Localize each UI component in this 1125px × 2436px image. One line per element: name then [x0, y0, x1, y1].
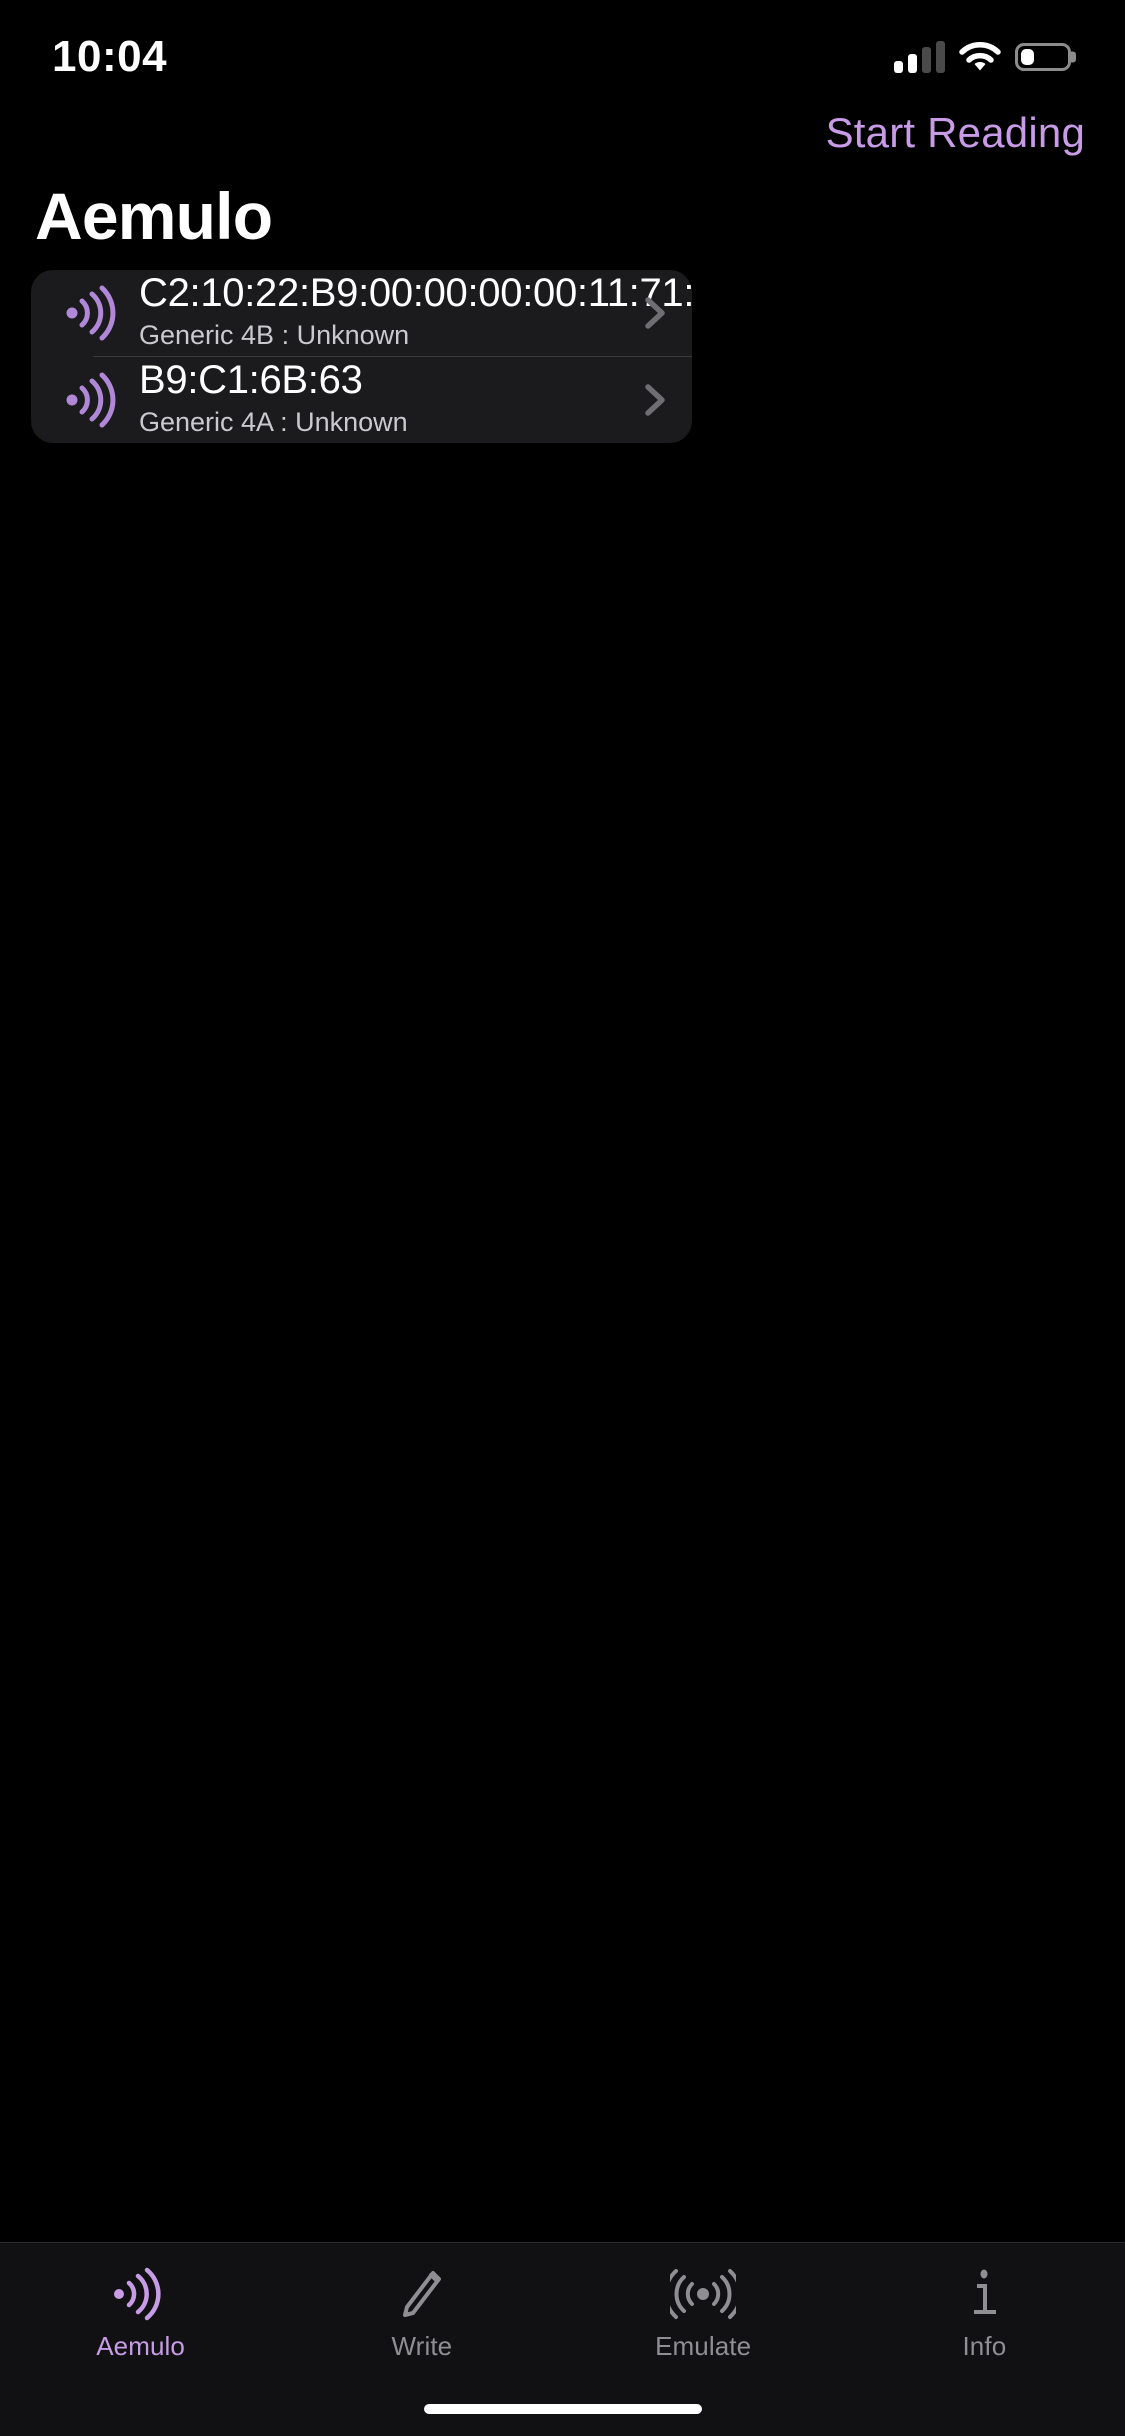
- nav-bar: Start Reading: [0, 102, 1125, 164]
- nfc-tag-icon: [63, 283, 125, 343]
- nfc-read-icon: [108, 2265, 174, 2323]
- row-text-block: B9:C1:6B:63 Generic 4A : Unknown: [125, 359, 630, 440]
- status-bar-time: 10:04: [52, 32, 168, 81]
- nfc-tag-icon: [63, 370, 125, 430]
- tab-label: Aemulo: [96, 2331, 185, 2361]
- battery-icon: [1015, 43, 1076, 71]
- cellular-signal-icon: [894, 41, 945, 73]
- info-icon: [951, 2265, 1017, 2323]
- tag-list-card: C2:10:22:B9:00:00:00:00:11:71:71 Generic…: [31, 270, 692, 443]
- table-row[interactable]: C2:10:22:B9:00:00:00:00:11:71:71 Generic…: [31, 270, 692, 356]
- home-indicator[interactable]: [423, 2404, 702, 2414]
- chevron-right-icon[interactable]: [630, 287, 682, 339]
- tab-emulate[interactable]: Emulate: [563, 2243, 844, 2362]
- pencil-icon: [389, 2265, 455, 2323]
- wifi-icon: [959, 41, 1001, 73]
- broadcast-icon: [663, 2265, 743, 2323]
- table-row-subtitle: Generic 4B : Unknown: [139, 320, 410, 351]
- table-row-title: B9:C1:6B:63: [139, 358, 363, 403]
- tab-info[interactable]: Info: [844, 2243, 1125, 2362]
- table-row[interactable]: B9:C1:6B:63 Generic 4A : Unknown: [31, 357, 692, 443]
- status-bar-indicators: [894, 41, 1076, 73]
- tab-label: Write: [391, 2331, 453, 2361]
- page-title: Aemulo: [35, 179, 273, 253]
- start-reading-button[interactable]: Start Reading: [826, 109, 1085, 157]
- row-text-block: C2:10:22:B9:00:00:00:00:11:71:71 Generic…: [125, 271, 692, 353]
- table-row-subtitle: Generic 4A : Unknown: [139, 407, 408, 438]
- table-row-title: C2:10:22:B9:00:00:00:00:11:71:71: [139, 271, 692, 316]
- tab-label: Info: [962, 2331, 1007, 2361]
- status-bar: 10:04: [0, 0, 1125, 100]
- tab-write[interactable]: Write: [281, 2243, 562, 2362]
- tab-aemulo[interactable]: Aemulo: [0, 2243, 281, 2362]
- app-screen: 10:04 Start Reading Aemulo C2:10:22:B9:0…: [0, 0, 1125, 2436]
- tab-label: Emulate: [655, 2331, 752, 2361]
- chevron-right-icon[interactable]: [630, 374, 682, 426]
